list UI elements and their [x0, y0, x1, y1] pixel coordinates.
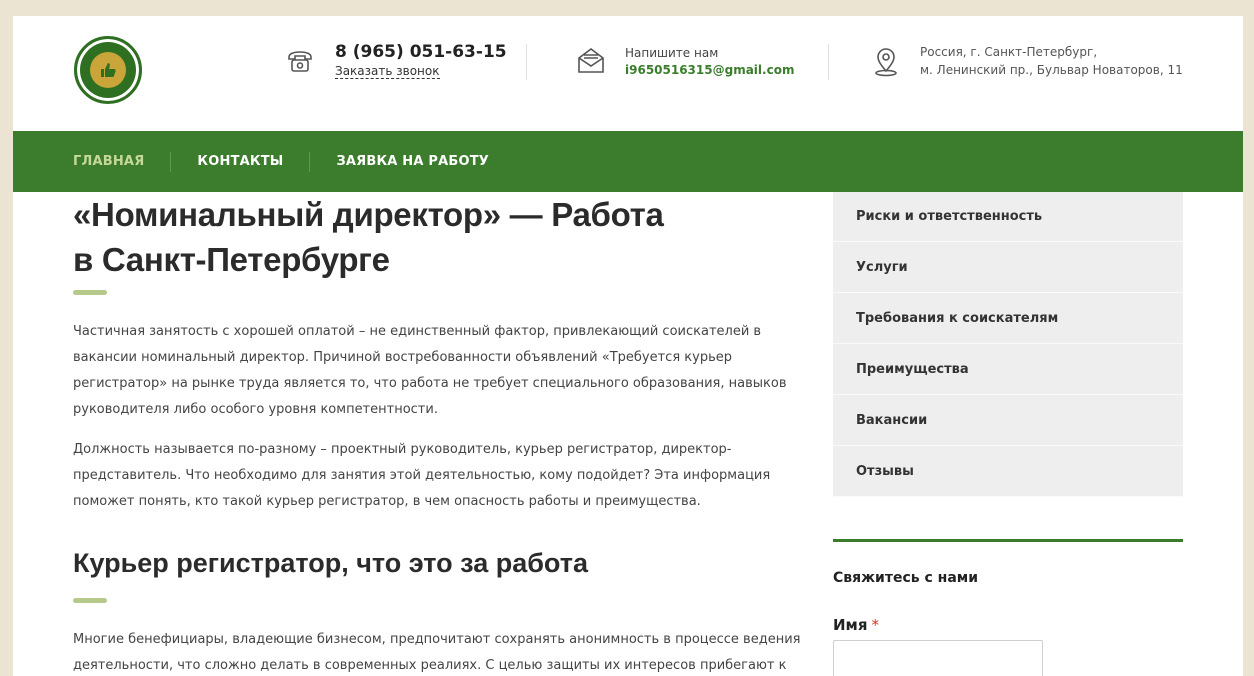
text-line: Должность называется по-разному – проект…: [73, 442, 732, 457]
nav-divider: [170, 151, 172, 172]
nav-item-home[interactable]: ГЛАВНАЯ: [73, 154, 144, 169]
required-mark: *: [871, 616, 879, 634]
heading-underline: [73, 598, 107, 603]
sidebar: Риски и ответственность Услуги Требовани…: [833, 192, 1183, 676]
nav-divider: [309, 151, 311, 172]
title-underline: [73, 290, 107, 295]
mail-label: Напишите нам: [625, 46, 719, 60]
third-paragraph: Многие бенефициары, владеющие бизнесом, …: [73, 627, 813, 676]
text-line: деятельности, что сложно делать в соврем…: [73, 658, 787, 673]
address-line-1: Россия, г. Санкт-Петербург,: [920, 45, 1098, 59]
text-line: регистратор» на рынке труда является то,…: [73, 376, 787, 391]
contact-form-title: Свяжитесь с нами: [833, 570, 979, 586]
sidebar-item-reviews[interactable]: Отзывы: [833, 446, 1183, 497]
nav-item-contacts[interactable]: КОНТАКТЫ: [197, 154, 283, 169]
section-heading: Курьер регистратор, что это за работа: [73, 548, 588, 578]
site-header: 8 (965) 051-63-15 Заказать звонок Напиши…: [13, 16, 1243, 131]
divider: [828, 44, 829, 80]
main-content: «Номинальный директор» — Работа в Санкт-…: [73, 192, 813, 676]
phone-icon: [286, 48, 314, 74]
text-line: Многие бенефициары, владеющие бизнесом, …: [73, 632, 801, 647]
order-call-link[interactable]: Заказать звонок: [335, 64, 440, 79]
sidebar-item-advantages[interactable]: Преимущества: [833, 344, 1183, 395]
sidebar-item-vacancies[interactable]: Вакансии: [833, 395, 1183, 446]
name-label-text: Имя: [833, 616, 868, 634]
page-title-line-2: в Санкт-Петербурге: [73, 241, 390, 278]
thumbs-up-icon: [90, 52, 126, 88]
location-pin-icon: [872, 47, 900, 77]
text-line: Частичная занятость с хорошей оплатой – …: [73, 324, 762, 339]
name-field-label: Имя *: [833, 616, 1183, 634]
mail-icon: [576, 46, 606, 76]
contact-form: Свяжитесь с нами Имя *: [833, 539, 1183, 676]
main-nav: ГЛАВНАЯ КОНТАКТЫ ЗАЯВКА НА РАБОТУ: [13, 131, 1243, 192]
page-title: «Номинальный директор» — Работа в Санкт-…: [73, 192, 813, 282]
header-phone[interactable]: 8 (965) 051-63-15: [335, 42, 507, 62]
site-logo[interactable]: [74, 36, 142, 104]
nav-item-job-application[interactable]: ЗАЯВКА НА РАБОТУ: [336, 154, 489, 169]
sidebar-item-requirements[interactable]: Требования к соискателям: [833, 293, 1183, 344]
page: 8 (965) 051-63-15 Заказать звонок Напиши…: [13, 16, 1243, 676]
sidebar-item-risks[interactable]: Риски и ответственность: [833, 192, 1183, 242]
header-email[interactable]: i9650516315@gmail.com: [625, 63, 794, 77]
sidebar-item-services[interactable]: Услуги: [833, 242, 1183, 293]
text-line: представитель. Что необходимо для заняти…: [73, 468, 771, 483]
text-line: поможет понять, кто такой курьер регистр…: [73, 494, 701, 509]
name-input[interactable]: [833, 640, 1043, 676]
intro-paragraph: Частичная занятость с хорошей оплатой – …: [73, 319, 813, 423]
second-paragraph: Должность называется по-разному – проект…: [73, 437, 813, 515]
text-line: вакансии номинальный директор. Причиной …: [73, 350, 732, 365]
divider: [526, 44, 527, 80]
page-title-line-1: «Номинальный директор» — Работа: [73, 196, 664, 233]
text-line: руководителя либо особого уровня компете…: [73, 402, 438, 417]
address-line-2: м. Ленинский пр., Бульвар Новаторов, 11: [920, 63, 1183, 77]
